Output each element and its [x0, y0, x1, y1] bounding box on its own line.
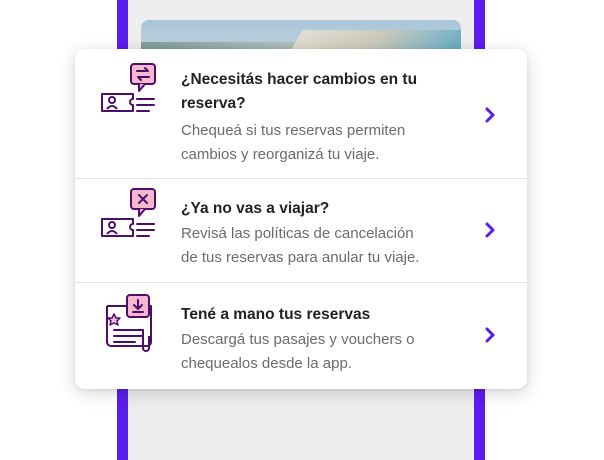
- cancel-reservation-icon: [101, 188, 156, 237]
- help-item-description: Revisá las políticas de cancelación: [181, 225, 414, 242]
- chevron-right-icon[interactable]: [480, 105, 500, 125]
- help-item-title: Tené a mano tus reservas: [181, 306, 371, 323]
- help-item-title: ¿Necesitás hacer cambios en tu: [181, 71, 418, 88]
- help-item-description: Descargá tus pasajes y vouchers o: [181, 331, 415, 348]
- help-item-description: cambios y reorganizá tu viaje.: [181, 146, 380, 163]
- help-options-card: ¿Necesitás hacer cambios en tu reserva? …: [75, 49, 527, 389]
- help-item-description: de tus reservas para anular tu viaje.: [181, 249, 420, 266]
- download-reservation-icon: [106, 294, 152, 352]
- chevron-right-icon[interactable]: [480, 325, 500, 345]
- change-reservation-icon: [101, 63, 156, 112]
- chevron-right-icon[interactable]: [480, 220, 500, 240]
- help-item-keep-reservations[interactable]: Tené a mano tus reservas Descargá tus pa…: [75, 283, 527, 389]
- help-item-cancel[interactable]: ¿Ya no vas a viajar? Revisá las política…: [75, 179, 527, 282]
- help-item-title: ¿Ya no vas a viajar?: [181, 200, 330, 217]
- help-item-description: chequealos desde la app.: [181, 355, 352, 372]
- help-item-description: Chequeá si tus reservas permiten: [181, 122, 406, 139]
- help-item-changes[interactable]: ¿Necesitás hacer cambios en tu reserva? …: [75, 49, 527, 178]
- help-item-title: reserva?: [181, 95, 246, 112]
